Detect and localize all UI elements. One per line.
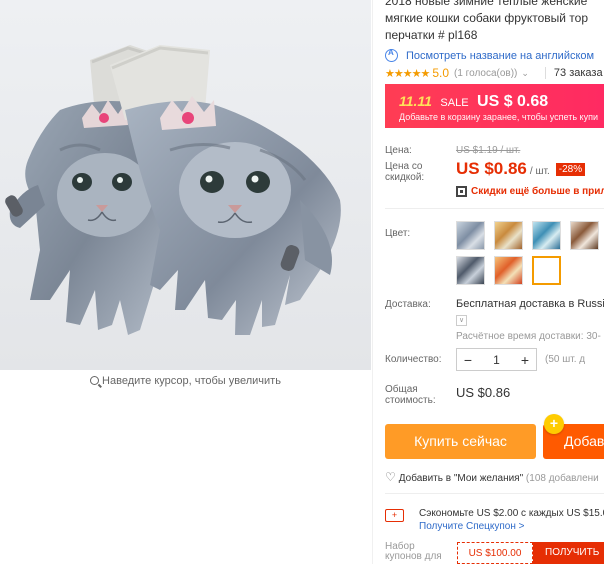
orders-count: 73 заказа <box>544 67 603 79</box>
total-value: US $0.86 <box>456 385 511 400</box>
votes-count[interactable]: (1 голоса(ов)) <box>454 68 517 79</box>
product-gallery: Наведите курсор, чтобы увеличить <box>0 0 371 564</box>
shipping-value: Бесплатная доставка в Russia <box>456 298 604 310</box>
coupon-icon: + <box>385 509 404 522</box>
app-promo-text: Скидки ещё больше в прило <box>471 186 604 197</box>
color-label: Цвет: <box>385 228 411 239</box>
discount-price-label: Цена со скидкой: <box>385 161 425 183</box>
price-unit: / шт. <box>529 166 550 177</box>
rating-stars-icon: ★★★★★ <box>385 67 430 80</box>
coupon-text: Сэкономьте US $2.00 с каждых US $15.0 <box>419 508 604 519</box>
discount-badge: -28% <box>555 163 586 176</box>
magnifier-icon <box>90 376 100 385</box>
coupon-kit-amount: US $100.00 <box>457 542 533 564</box>
quantity-plus-button[interactable]: + <box>514 352 536 368</box>
rating-value: 5.0 <box>432 66 449 80</box>
product-image[interactable] <box>0 0 371 370</box>
color-swatch-1[interactable] <box>456 221 485 250</box>
discount-price: US $0.86 <box>456 159 527 178</box>
buy-now-button[interactable]: Купить сейчас <box>385 424 536 459</box>
chevron-down-icon[interactable]: ⌄ <box>521 68 529 79</box>
app-promo-link[interactable]: Скидки ещё больше в прило <box>456 186 604 197</box>
column-divider <box>372 0 373 564</box>
wishlist-link[interactable]: ♡ Добавить в "Мои желания" (108 добавлени <box>385 470 599 484</box>
shipping-time: Расчётное время доставки: 30- <box>456 331 601 342</box>
coupon-kit-label: Набор купонов для <box>385 541 442 562</box>
sale-price: US $ 0.68 <box>477 93 549 110</box>
color-swatch-2[interactable] <box>494 221 523 250</box>
product-details: 2018 новые зимние теплые женские мягкие … <box>385 0 604 564</box>
quantity-input[interactable]: 1 <box>479 353 514 367</box>
get-coupon-link[interactable]: Получите Спецкупон > <box>419 521 525 532</box>
color-swatch-4[interactable] <box>570 221 599 250</box>
color-swatch-6[interactable] <box>494 256 523 285</box>
product-title-line: мягкие кошки собаки фруктовый тор <box>385 11 589 25</box>
sale-banner[interactable]: 11.11 SALE US $ 0.68 Добавьте в корзину … <box>385 84 604 128</box>
get-coupon-kit-button[interactable]: ПОЛУЧИТЬ <box>533 542 604 564</box>
quantity-label: Количество: <box>385 354 442 365</box>
translate-icon <box>385 48 398 62</box>
sale-date: 11.11 <box>399 93 432 109</box>
zoom-hint-text: Наведите курсор, чтобы увеличить <box>102 375 281 387</box>
color-swatch-3[interactable] <box>532 221 561 250</box>
quantity-stepper: − 1 + <box>456 348 537 371</box>
qr-code-icon <box>456 186 467 197</box>
color-swatch-5[interactable] <box>456 256 485 285</box>
quantity-available: (50 шт. д <box>545 354 586 365</box>
gloves-photo <box>0 0 371 370</box>
translate-title-link[interactable]: Посмотреть название на английском <box>385 48 604 62</box>
zoom-hint: Наведите курсор, чтобы увеличить <box>0 375 371 387</box>
divider <box>385 208 604 209</box>
shipping-label: Доставка: <box>385 299 431 310</box>
product-title-line: 2018 новые зимние теплые женские <box>385 0 588 8</box>
shipping-dropdown-chevron-icon[interactable]: ∨ <box>456 315 467 326</box>
color-swatch-7-selected[interactable] <box>532 256 561 285</box>
old-price: US $1.19 / шт. <box>456 145 521 156</box>
wishlist-count: (108 добавлени <box>525 473 599 484</box>
rating-row: ★★★★★ 5.0 (1 голоса(ов)) ⌄ 73 заказа <box>385 66 604 80</box>
quantity-minus-button[interactable]: − <box>457 352 479 368</box>
divider <box>385 493 604 494</box>
total-label: Общая стоимость: <box>385 384 436 406</box>
add-to-cart-plus-icon: + <box>544 414 564 434</box>
product-title-line: перчатки # pl168 <box>385 28 478 42</box>
product-title: 2018 новые зимние теплые женские мягкие … <box>385 0 604 44</box>
sale-label: SALE <box>440 97 469 109</box>
price-label: Цена: <box>385 145 412 156</box>
sale-note: Добавьте в корзину заранее, чтобы успеть… <box>399 112 598 122</box>
translate-title-text: Посмотреть название на английском <box>406 49 595 62</box>
heart-icon: ♡ <box>385 470 396 484</box>
wishlist-text: Добавить в "Мои желания" <box>398 473 524 484</box>
